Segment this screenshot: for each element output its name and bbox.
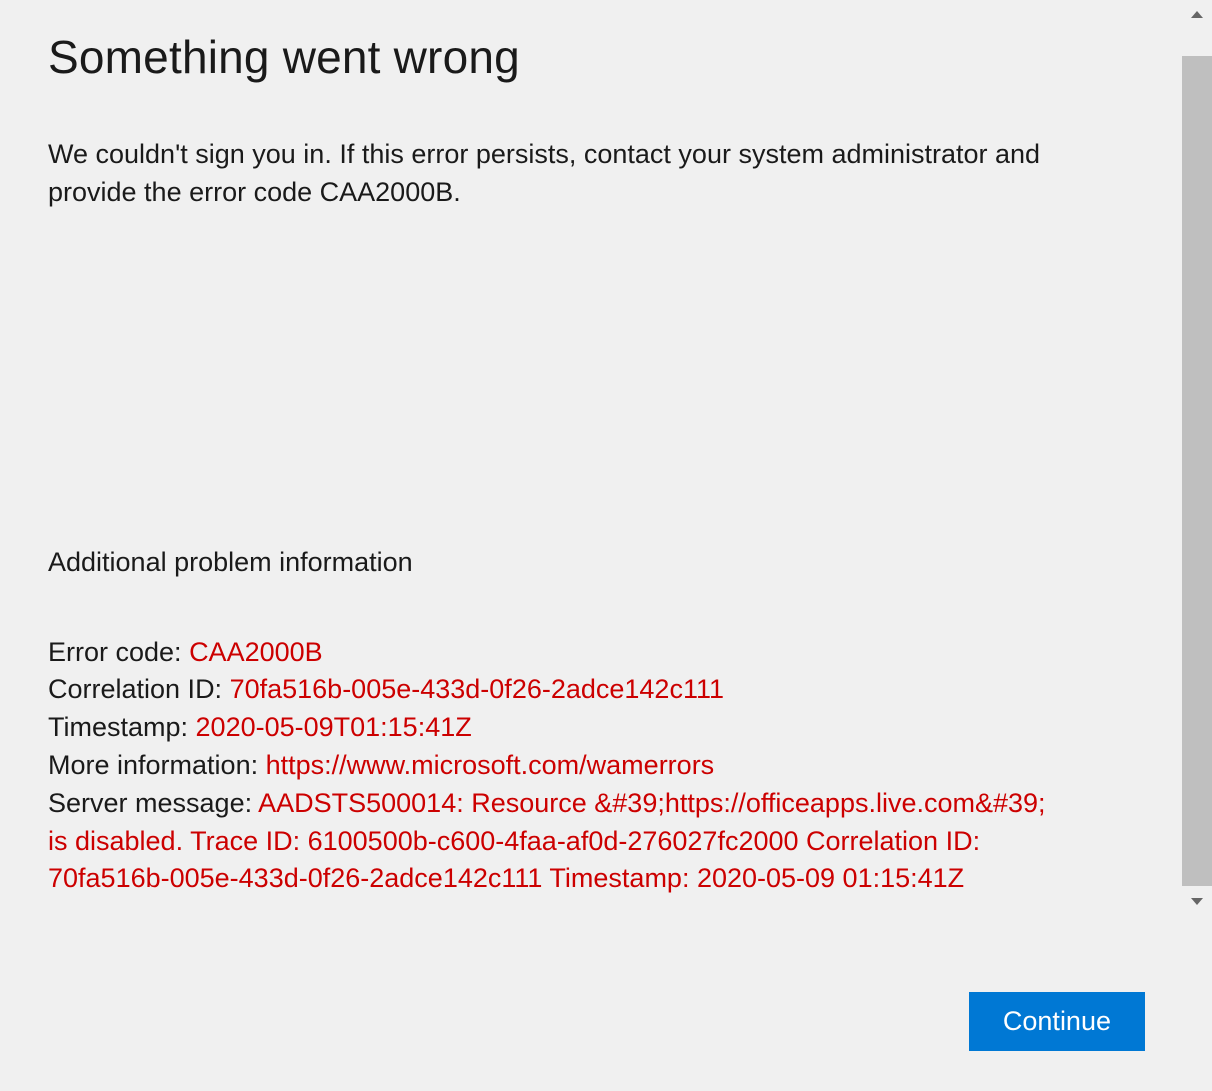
correlation-id-label: Correlation ID: — [48, 674, 230, 704]
error-code-label: Error code: — [48, 637, 189, 667]
scrollbar-track[interactable] — [1182, 0, 1212, 915]
additional-info-title: Additional problem information — [48, 547, 1067, 578]
error-code-value: CAA2000B — [189, 637, 323, 667]
timestamp-value: 2020-05-09T01:15:41Z — [196, 712, 472, 742]
timestamp-line: Timestamp: 2020-05-09T01:15:41Z — [48, 709, 1067, 747]
content-area: Something went wrong We couldn't sign yo… — [0, 0, 1115, 915]
more-info-label: More information: — [48, 750, 266, 780]
timestamp-label: Timestamp: — [48, 712, 196, 742]
dialog-title: Something went wrong — [48, 30, 1067, 84]
scroll-up-button[interactable] — [1182, 0, 1212, 28]
dialog-description: We couldn't sign you in. If this error p… — [48, 136, 1067, 212]
correlation-id-line: Correlation ID: 70fa516b-005e-433d-0f26-… — [48, 671, 1067, 709]
more-info-line: More information: https://www.microsoft.… — [48, 747, 1067, 785]
server-message-line: Server message: AADSTS500014: Resource &… — [48, 785, 1067, 898]
button-bar: Continue — [969, 992, 1145, 1051]
error-code-line: Error code: CAA2000B — [48, 634, 1067, 672]
scroll-down-button[interactable] — [1182, 887, 1212, 915]
chevron-down-icon — [1191, 898, 1203, 905]
scrollbar-thumb[interactable] — [1182, 56, 1212, 886]
error-dialog: Something went wrong We couldn't sign yo… — [0, 0, 1212, 1091]
more-info-value[interactable]: https://www.microsoft.com/wamerrors — [266, 750, 715, 780]
server-message-label: Server message: — [48, 788, 258, 818]
chevron-up-icon — [1191, 11, 1203, 18]
continue-button[interactable]: Continue — [969, 992, 1145, 1051]
correlation-id-value: 70fa516b-005e-433d-0f26-2adce142c111 — [230, 674, 724, 704]
